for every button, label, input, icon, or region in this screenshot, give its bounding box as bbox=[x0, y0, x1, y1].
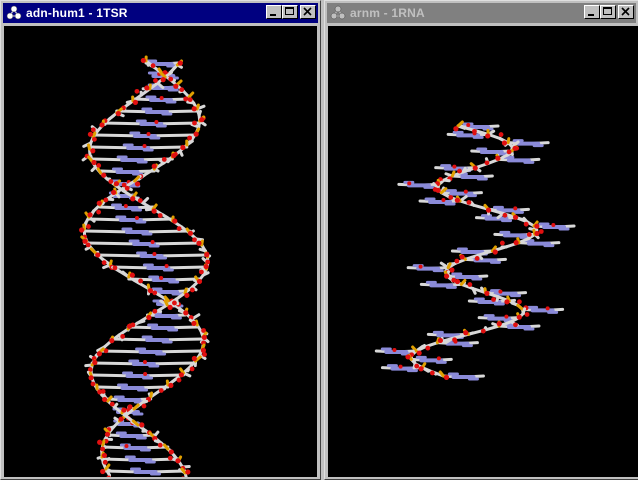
title-bar[interactable]: adn-hum1 - 1TSR bbox=[3, 3, 318, 23]
dna-double-helix-model bbox=[79, 55, 212, 477]
title-bar[interactable]: arnm - 1RNA bbox=[327, 3, 636, 23]
molecule-icon bbox=[6, 5, 22, 20]
window-title: arnm - 1RNA bbox=[350, 6, 425, 20]
minimize-icon bbox=[588, 14, 594, 16]
molecule-window-rna[interactable]: arnm - 1RNA bbox=[324, 0, 638, 480]
close-button[interactable] bbox=[618, 5, 634, 19]
molecule-viewport[interactable] bbox=[4, 26, 317, 477]
molecule-window-dna[interactable]: adn-hum1 - 1TSR bbox=[0, 0, 321, 480]
minimize-button[interactable] bbox=[266, 5, 282, 19]
close-button[interactable] bbox=[300, 5, 316, 19]
minimize-button[interactable] bbox=[584, 5, 600, 19]
maximize-icon bbox=[285, 7, 294, 15]
maximize-button[interactable] bbox=[600, 5, 616, 19]
window-controls bbox=[266, 5, 316, 19]
close-icon bbox=[303, 7, 312, 16]
maximize-button[interactable] bbox=[282, 5, 298, 19]
molecule-viewport[interactable] bbox=[328, 26, 638, 477]
maximize-icon bbox=[603, 7, 612, 15]
close-icon bbox=[621, 7, 630, 16]
molecule-icon bbox=[330, 5, 346, 20]
rna-helix-model bbox=[374, 120, 576, 381]
window-controls bbox=[584, 5, 634, 19]
window-title: adn-hum1 - 1TSR bbox=[26, 6, 128, 20]
minimize-icon bbox=[270, 14, 276, 16]
